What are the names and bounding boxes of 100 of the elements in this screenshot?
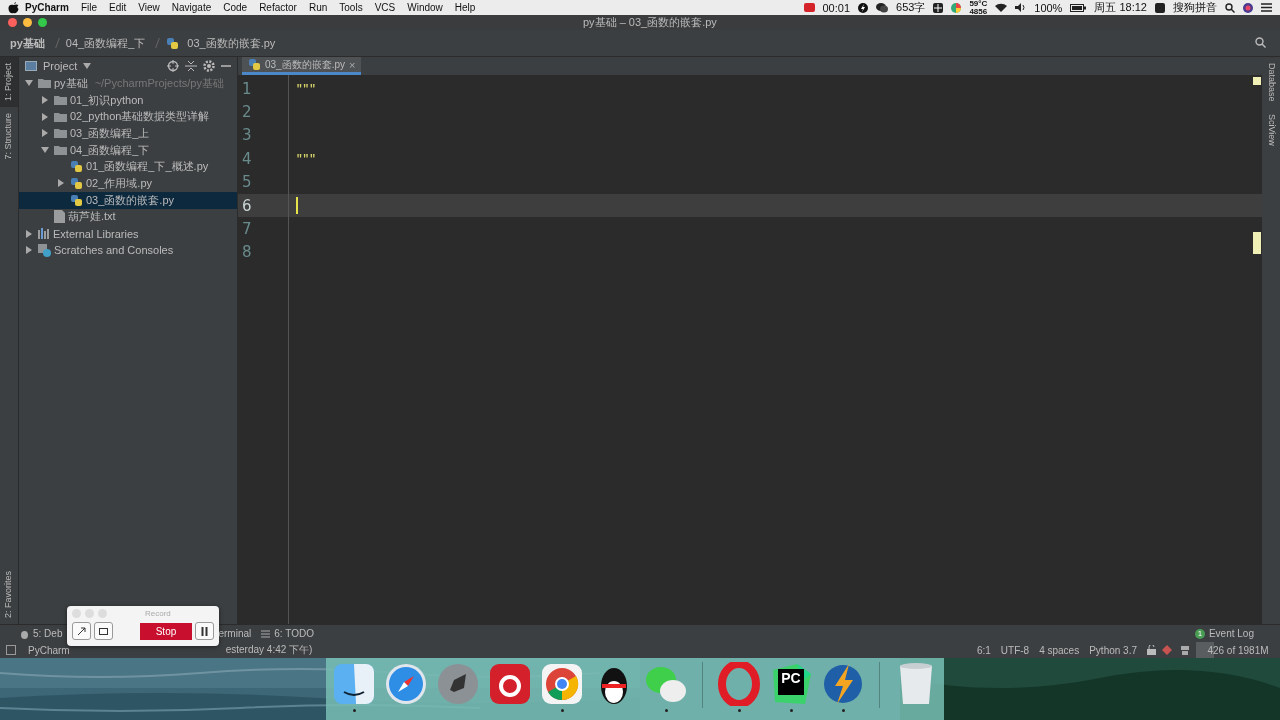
lock-icon[interactable] — [1147, 645, 1156, 655]
gear-icon[interactable] — [203, 60, 215, 72]
tree-item[interactable]: 03_函数编程_上 — [19, 125, 237, 142]
status-item[interactable]: 4 spaces — [1039, 644, 1080, 656]
folder-icon — [54, 95, 67, 106]
rectangle-button[interactable] — [94, 622, 113, 640]
bolt-icon[interactable] — [858, 2, 869, 13]
project-icon — [25, 61, 37, 71]
search-icon[interactable] — [1255, 37, 1266, 48]
event-log-button[interactable]: 1 Event Log — [1194, 628, 1254, 639]
temperature: 59°C — [969, 0, 988, 8]
tool-window-tab[interactable]: Database — [1262, 57, 1280, 108]
menu-item[interactable]: PyCharm — [19, 2, 75, 13]
target-icon[interactable] — [167, 60, 179, 72]
code-line: """ — [296, 152, 316, 165]
battery-icon[interactable] — [1070, 3, 1087, 12]
tool-window-button[interactable]: 6: TODO — [261, 628, 314, 639]
tree-item[interactable]: 01_初识python — [19, 91, 237, 109]
menu-item[interactable]: Refactor — [253, 2, 303, 13]
grid-icon[interactable] — [933, 2, 944, 13]
code-editor[interactable]: 1 """ 2 3 4 """ 5 6 7 8 — [238, 75, 1262, 624]
warning-marker[interactable] — [1253, 232, 1261, 254]
lightning-icon[interactable] — [821, 662, 865, 706]
volume-icon[interactable] — [1015, 3, 1027, 12]
line-number: 4 — [241, 149, 253, 168]
menu-item[interactable]: Code — [217, 2, 254, 13]
input-method[interactable]: 搜狗拼音 — [1173, 0, 1217, 15]
pause-icon — [201, 626, 208, 636]
menu-item[interactable]: Help — [448, 2, 482, 13]
tree-item[interactable]: 02_python基础数据类型详解 — [19, 108, 237, 126]
editor-tab[interactable]: 03_函数的嵌套.py × — [242, 57, 362, 75]
close-button[interactable] — [8, 18, 17, 27]
input-method-icon[interactable] — [1155, 2, 1165, 13]
menu-item[interactable]: Run — [302, 2, 334, 13]
zoom-button[interactable] — [38, 18, 47, 27]
menu-item[interactable]: File — [74, 2, 104, 13]
folder-icon — [54, 145, 67, 156]
status-message: esterday 4:42 下午) — [225, 643, 313, 657]
tool-window-tab[interactable]: 7: Structure — [0, 107, 18, 166]
apple-icon[interactable] — [8, 1, 19, 14]
search-icon[interactable] — [1225, 2, 1235, 13]
line-number: 5 — [241, 173, 253, 192]
breadcrumb[interactable]: 03_函数的嵌套.py — [187, 35, 276, 51]
tool-window-button[interactable]: erminal — [218, 628, 252, 639]
breadcrumb[interactable]: 04_函数编程_下 — [65, 35, 146, 51]
status-item[interactable]: 6:1 — [976, 644, 991, 656]
error-icon[interactable] — [1162, 645, 1174, 655]
python-file-icon — [70, 193, 83, 207]
tree-item[interactable]: 葫芦娃.txt — [19, 208, 237, 226]
clock[interactable]: 周五 18:12 — [1094, 0, 1147, 15]
status-item[interactable]: Python 3.7 — [1089, 644, 1137, 656]
pause-button[interactable] — [195, 622, 214, 640]
menu-item[interactable]: Navigate — [165, 2, 218, 13]
menu-item[interactable]: Window — [401, 2, 449, 13]
folder-icon — [38, 78, 51, 89]
collapse-icon[interactable] — [185, 60, 197, 72]
tree-item[interactable]: 02_作用域.py — [19, 175, 237, 192]
tool-window-tab[interactable]: 1: Project — [0, 57, 18, 108]
tab-label: 03_函数的嵌套.py — [265, 57, 346, 72]
warning-marker[interactable] — [1253, 77, 1261, 85]
menu-item[interactable]: View — [132, 2, 166, 13]
browser-icon[interactable] — [540, 662, 584, 706]
list-icon[interactable] — [1261, 3, 1272, 12]
fan-speed: 4856 — [969, 7, 988, 15]
pie-icon[interactable] — [951, 2, 962, 13]
expanded-arrow-icon[interactable] — [25, 79, 33, 88]
inspector-icon[interactable] — [1180, 645, 1190, 655]
chat-icon[interactable] — [876, 2, 889, 13]
status-message: PyCharm — [28, 644, 70, 656]
panel-toggle-icon[interactable] — [6, 645, 16, 655]
panel-title[interactable]: Project — [43, 60, 78, 72]
expanded-arrow-icon[interactable] — [83, 62, 92, 70]
expanded-arrow-icon[interactable] — [41, 146, 49, 155]
tool-window-tab[interactable]: SciView — [1262, 107, 1280, 152]
compass-icon[interactable] — [384, 662, 428, 706]
tree-item[interactable]: Scratches and Consoles — [19, 241, 237, 259]
minimize-button[interactable] — [23, 18, 32, 27]
record-icon[interactable] — [803, 3, 815, 12]
music-app-icon[interactable] — [488, 662, 532, 706]
menu-item[interactable]: Tools — [333, 2, 369, 13]
tool-window-tab[interactable]: 2: Favorites — [0, 564, 18, 624]
line-number: 6 — [241, 196, 253, 215]
collapsed-arrow-icon[interactable] — [57, 179, 65, 188]
menu-item[interactable]: VCS — [368, 2, 402, 13]
breadcrumb[interactable]: py基础 — [10, 35, 45, 51]
tree-item[interactable]: 03_函数的嵌套.py — [19, 191, 237, 209]
python-file-icon — [166, 36, 180, 50]
text-file-icon — [54, 210, 65, 224]
status-item[interactable]: UTF-8 — [1000, 644, 1030, 656]
wifi-icon[interactable] — [995, 3, 1008, 12]
tool-window-button[interactable]: 5: Deb — [20, 628, 63, 639]
list-icon — [261, 629, 271, 638]
tree-item[interactable]: External Libraries — [19, 225, 237, 242]
stop-button[interactable]: Stop — [140, 622, 192, 640]
tree-item[interactable]: 04_函数编程_下 — [19, 141, 237, 159]
finder-icon[interactable] — [332, 662, 376, 706]
text-cursor — [296, 197, 298, 215]
tree-item[interactable]: 01_函数编程_下_概述.py — [19, 158, 237, 176]
close-tab-button[interactable]: × — [349, 58, 356, 71]
menu-item[interactable]: Edit — [103, 2, 133, 13]
